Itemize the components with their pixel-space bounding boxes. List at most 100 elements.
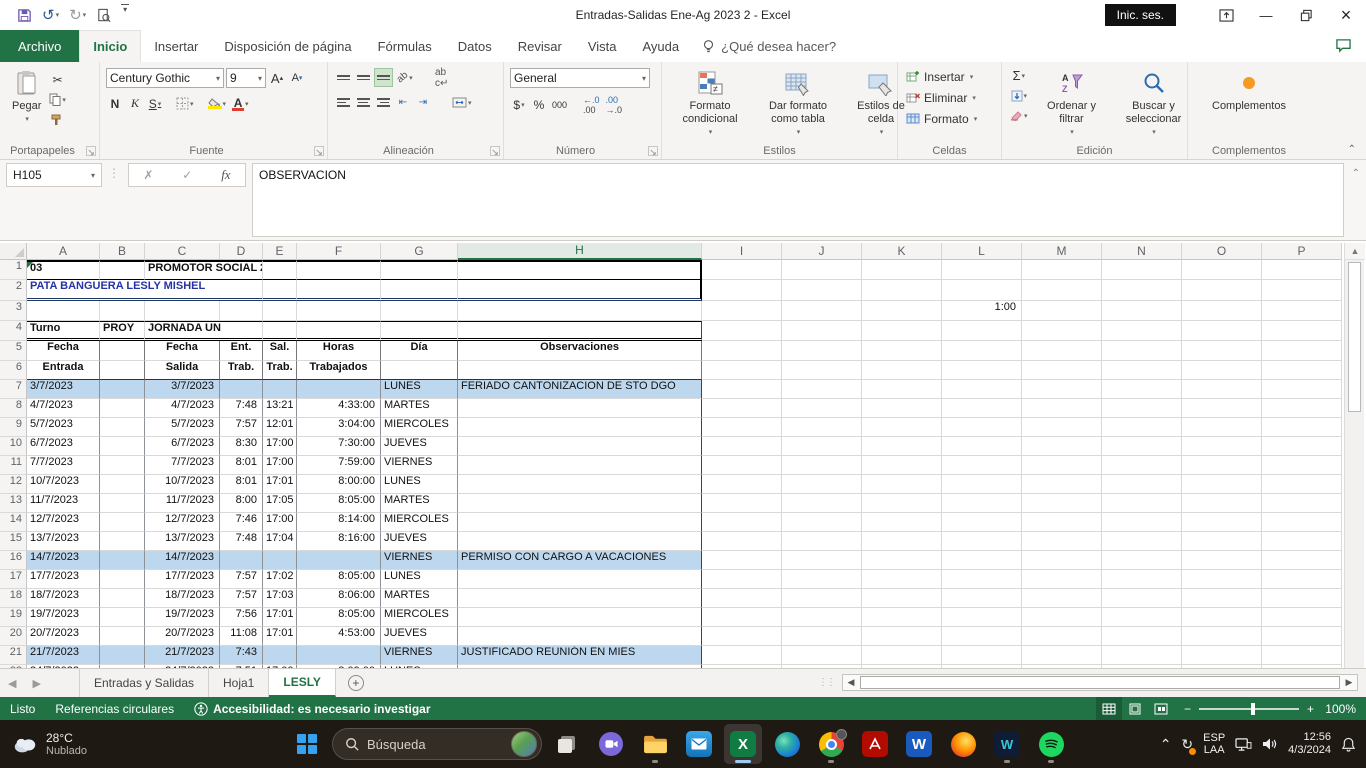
cell-I6[interactable] — [702, 361, 782, 380]
wrap-text-icon[interactable]: abc↵ — [433, 68, 451, 87]
cell-H6[interactable] — [458, 361, 702, 380]
row-header-13[interactable]: 13 — [0, 494, 27, 513]
decrease-decimal-icon[interactable]: .00→.0 — [604, 95, 625, 114]
cell-N17[interactable] — [1102, 570, 1182, 589]
cell-B14[interactable] — [100, 513, 145, 532]
cell-C15[interactable]: 13/7/2023 — [145, 532, 220, 551]
decrease-font-icon[interactable]: A▾ — [288, 69, 306, 88]
alignment-dialog-launcher-icon[interactable]: ↘ — [490, 146, 500, 156]
cell-I12[interactable] — [702, 475, 782, 494]
cell-G3[interactable] — [381, 301, 458, 321]
cell-I5[interactable] — [702, 341, 782, 361]
cell-E5[interactable]: Sal. — [263, 341, 297, 361]
cell-F3[interactable] — [297, 301, 381, 321]
column-header-D[interactable]: D — [220, 243, 263, 260]
cell-B6[interactable] — [100, 361, 145, 380]
search-highlight-image[interactable] — [511, 731, 537, 757]
cell-C11[interactable]: 7/7/2023 — [145, 456, 220, 475]
cell-A3[interactable] — [27, 301, 100, 321]
cell-J6[interactable] — [782, 361, 862, 380]
copy-icon[interactable]: ▾ — [47, 90, 68, 109]
row-header-3[interactable]: 3 — [0, 301, 27, 321]
cell-C7[interactable]: 3/7/2023 — [145, 380, 220, 399]
cell-G18[interactable]: MARTES — [381, 589, 458, 608]
cell-D11[interactable]: 8:01 — [220, 456, 263, 475]
cell-B4[interactable]: PROY — [100, 321, 145, 341]
cell-E1[interactable] — [263, 260, 297, 280]
cell-O4[interactable] — [1182, 321, 1262, 341]
align-center-icon[interactable] — [354, 93, 372, 112]
cell-B7[interactable] — [100, 380, 145, 399]
cell-P16[interactable] — [1262, 551, 1342, 570]
cell-P4[interactable] — [1262, 321, 1342, 341]
cell-O16[interactable] — [1182, 551, 1262, 570]
cell-H5[interactable]: Observaciones — [458, 341, 702, 361]
cell-B5[interactable] — [100, 341, 145, 361]
cell-D20[interactable]: 11:08 — [220, 627, 263, 646]
column-header-H[interactable]: H — [458, 243, 702, 260]
name-box[interactable]: H105 ▾ — [6, 163, 102, 187]
cell-D3[interactable] — [220, 301, 263, 321]
cell-P14[interactable] — [1262, 513, 1342, 532]
cell-N20[interactable] — [1102, 627, 1182, 646]
cell-B20[interactable] — [100, 627, 145, 646]
cell-D21[interactable]: 7:43 — [220, 646, 263, 665]
percent-format-icon[interactable]: % — [530, 95, 548, 114]
cell-O8[interactable] — [1182, 399, 1262, 418]
cell-A16[interactable]: 14/7/2023 — [27, 551, 100, 570]
cell-J12[interactable] — [782, 475, 862, 494]
cell-G10[interactable]: JUEVES — [381, 437, 458, 456]
cell-H9[interactable] — [458, 418, 702, 437]
cell-D12[interactable]: 8:01 — [220, 475, 263, 494]
cell-J9[interactable] — [782, 418, 862, 437]
cell-N16[interactable] — [1102, 551, 1182, 570]
cell-M8[interactable] — [1022, 399, 1102, 418]
webex-button[interactable]: W — [988, 724, 1026, 764]
row-header-19[interactable]: 19 — [0, 608, 27, 627]
cell-N9[interactable] — [1102, 418, 1182, 437]
cell-F2[interactable] — [297, 280, 381, 301]
spreadsheet-grid[interactable]: ABCDEFGHIJKLMNOP103PROMOTOR SOCIAL 22PAT… — [0, 243, 1342, 668]
cell-E4[interactable] — [263, 321, 297, 341]
language-indicator[interactable]: ESPLAA — [1203, 732, 1225, 756]
circular-references-status[interactable]: Referencias circulares — [45, 702, 184, 716]
cell-K1[interactable] — [862, 260, 942, 280]
cell-B15[interactable] — [100, 532, 145, 551]
row-header-2[interactable]: 2 — [0, 280, 27, 301]
cell-K18[interactable] — [862, 589, 942, 608]
cell-P21[interactable] — [1262, 646, 1342, 665]
vertical-scroll-thumb[interactable] — [1348, 262, 1361, 412]
cell-N12[interactable] — [1102, 475, 1182, 494]
cell-M5[interactable] — [1022, 341, 1102, 361]
undo-icon[interactable]: ↺▾ — [39, 4, 62, 26]
cell-O9[interactable] — [1182, 418, 1262, 437]
cell-O7[interactable] — [1182, 380, 1262, 399]
cell-N11[interactable] — [1102, 456, 1182, 475]
scroll-up-icon[interactable]: ▲ — [1345, 243, 1365, 260]
cell-F7[interactable] — [297, 380, 381, 399]
cell-B21[interactable] — [100, 646, 145, 665]
cell-G5[interactable]: Día — [381, 341, 458, 361]
chat-button[interactable] — [592, 724, 630, 764]
cell-H2[interactable] — [458, 280, 702, 301]
mail-button[interactable] — [680, 724, 718, 764]
column-header-L[interactable]: L — [942, 243, 1022, 260]
file-explorer-button[interactable] — [636, 724, 674, 764]
comments-icon[interactable] — [1335, 38, 1352, 53]
formula-bar-collapse-icon[interactable]: ⌃ — [1352, 168, 1360, 179]
tab-revisar[interactable]: Revisar — [505, 30, 575, 62]
column-header-B[interactable]: B — [100, 243, 145, 260]
cell-I19[interactable] — [702, 608, 782, 627]
weather-widget[interactable]: 28°C Nublado — [0, 731, 200, 757]
cell-K17[interactable] — [862, 570, 942, 589]
cell-K7[interactable] — [862, 380, 942, 399]
cell-L4[interactable] — [942, 321, 1022, 341]
row-header-9[interactable]: 9 — [0, 418, 27, 437]
search-box[interactable]: Búsqueda — [332, 728, 542, 760]
cell-M21[interactable] — [1022, 646, 1102, 665]
row-header-11[interactable]: 11 — [0, 456, 27, 475]
cell-N3[interactable] — [1102, 301, 1182, 321]
cell-G13[interactable]: MARTES — [381, 494, 458, 513]
cell-A5[interactable]: Fecha — [27, 341, 100, 361]
cell-N2[interactable] — [1102, 280, 1182, 301]
